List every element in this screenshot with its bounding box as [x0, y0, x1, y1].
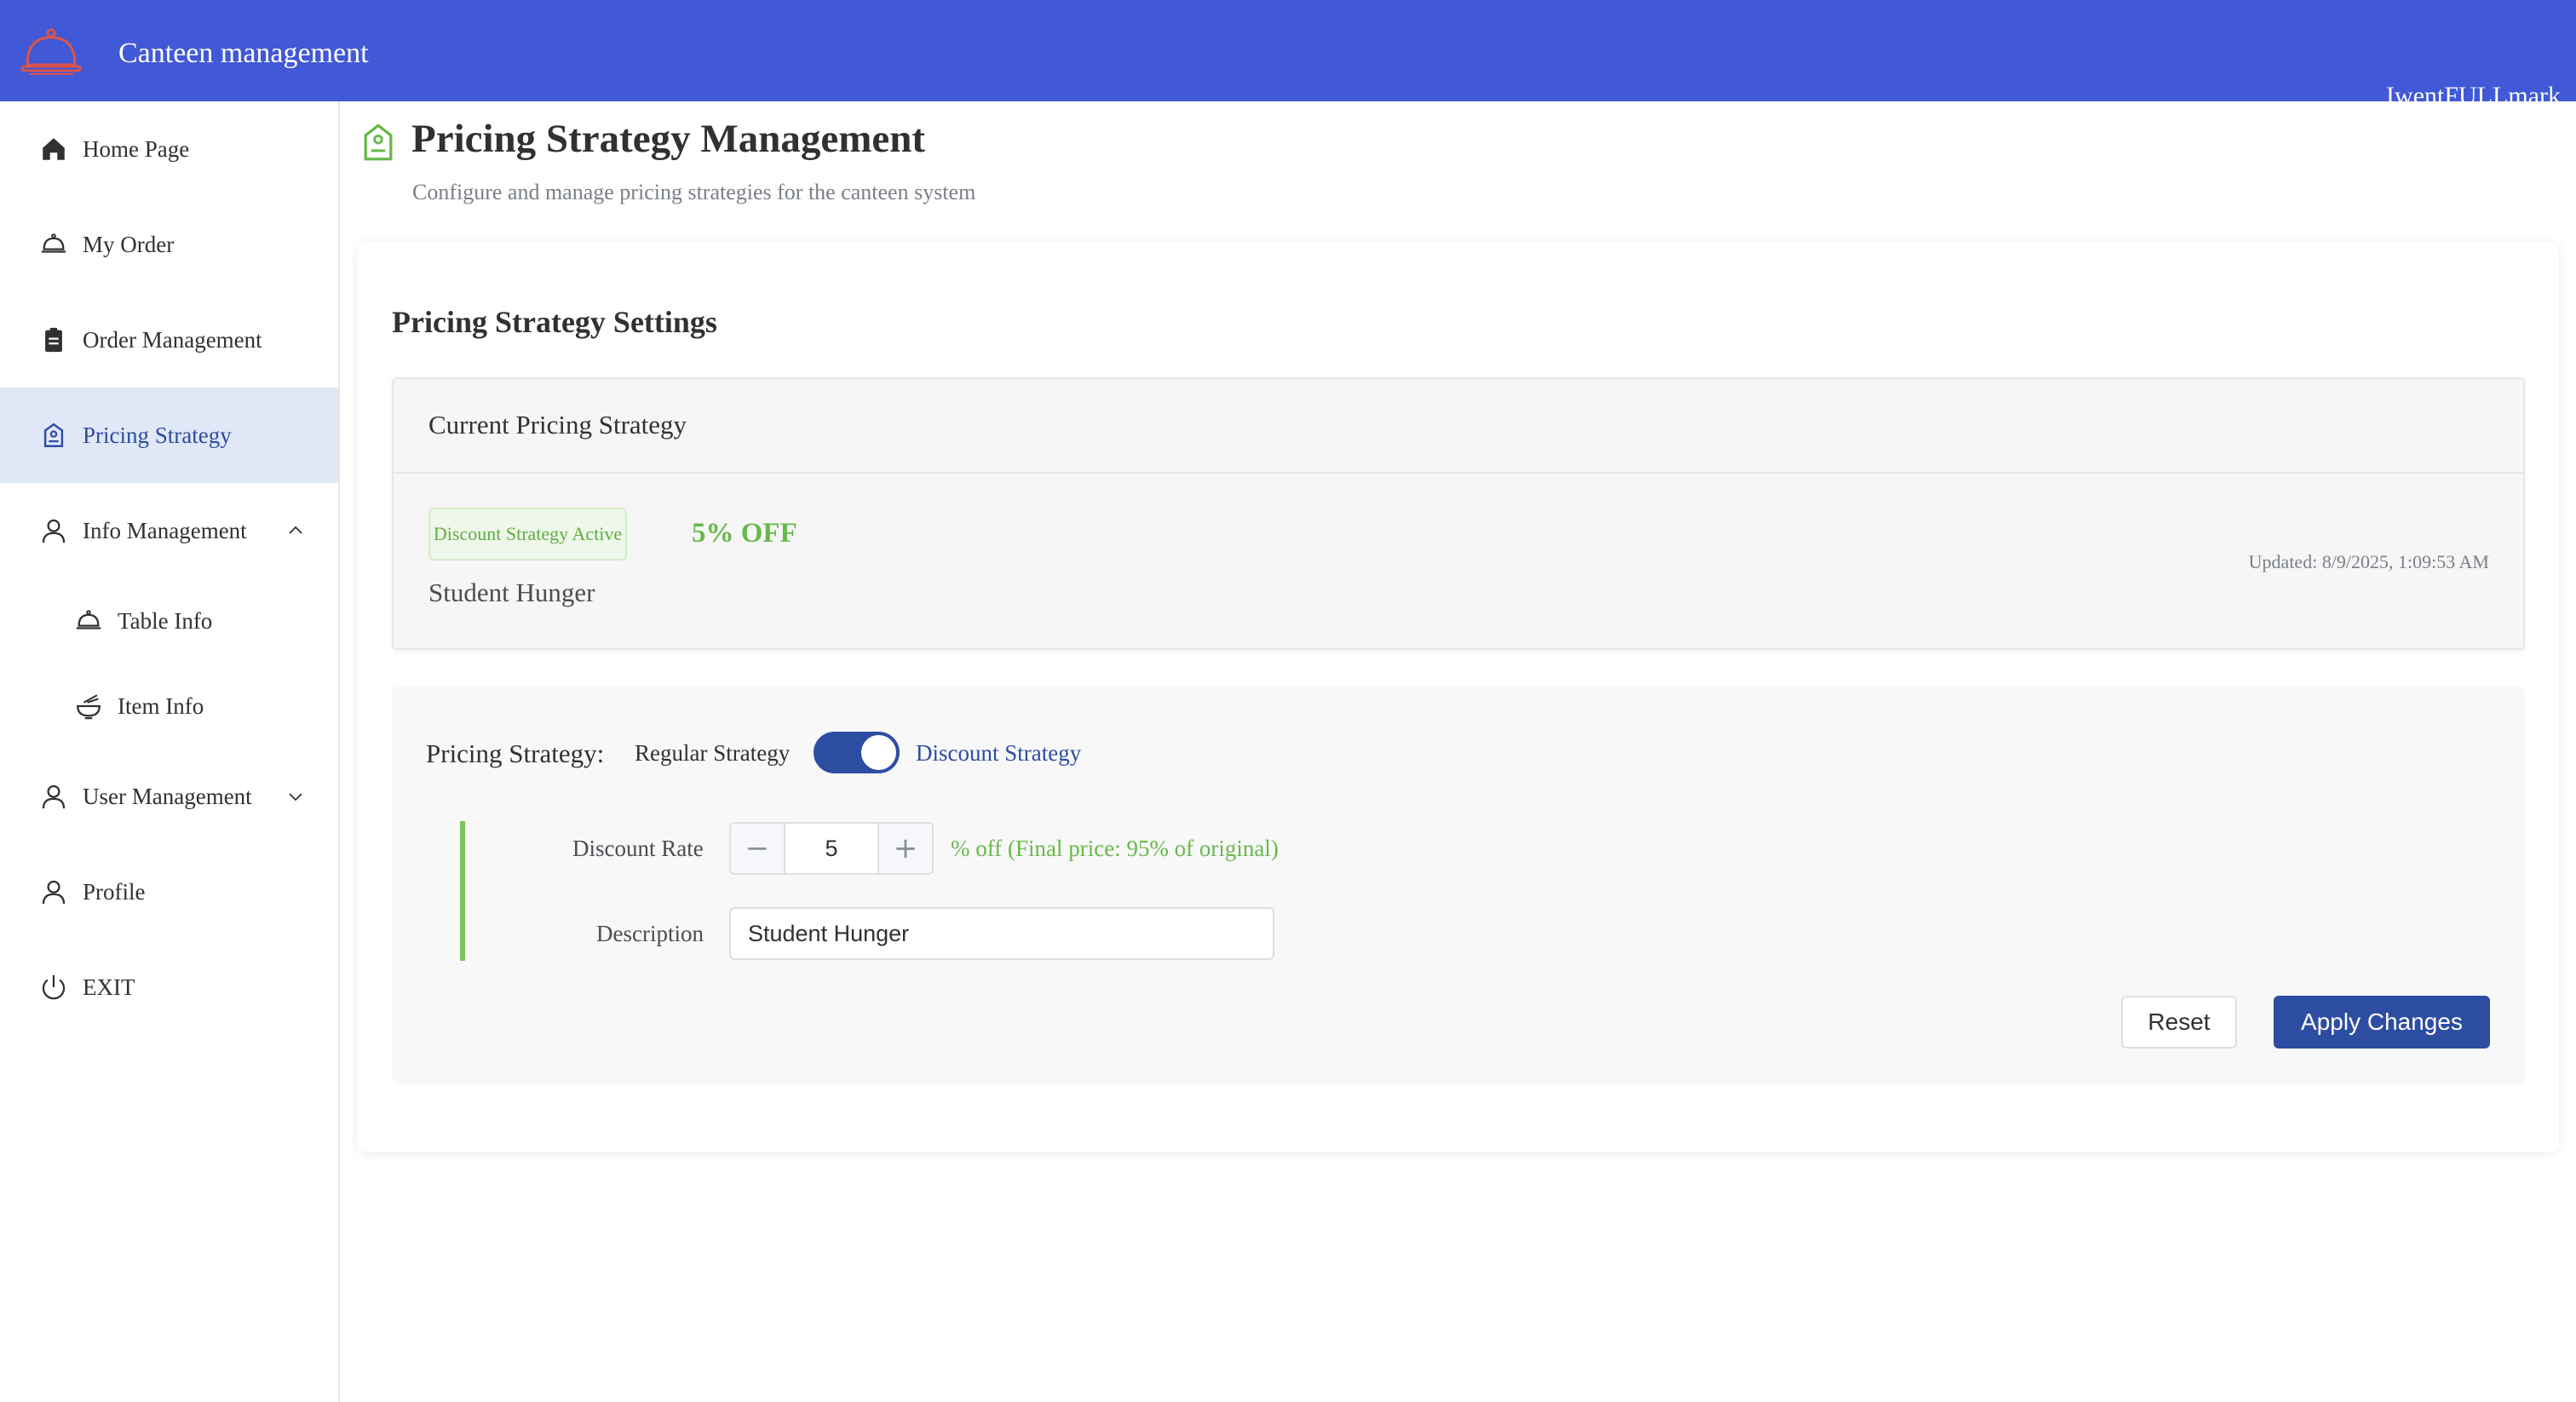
price-tag-icon	[38, 420, 69, 451]
sidebar-item-user-management[interactable]: User Management	[0, 749, 338, 844]
settings-title: Pricing Strategy Settings	[392, 305, 717, 339]
regular-strategy-label[interactable]: Regular Strategy	[635, 740, 790, 767]
sidebar-item-label: Order Management	[83, 326, 262, 353]
user-icon	[38, 876, 69, 907]
sidebar-item-profile[interactable]: Profile	[0, 844, 338, 939]
user-name[interactable]: IwentFULLmark	[2386, 83, 2561, 102]
sidebar-item-home-page[interactable]: Home Page	[0, 101, 338, 197]
sidebar-item-label: My Order	[83, 231, 175, 257]
description-field[interactable]	[729, 907, 1274, 960]
discount-rate-hint: % off (Final price: 95% of original)	[951, 836, 1279, 861]
sidebar-item-label: Profile	[83, 878, 146, 905]
page-title: Pricing Strategy Management	[411, 117, 926, 161]
sidebar-item-label: User Management	[83, 783, 252, 809]
sidebar-item-label: Table Info	[118, 607, 213, 634]
sidebar-item-label: Home Page	[83, 135, 190, 162]
strategy-label: Pricing Strategy:	[426, 738, 605, 768]
decrement-button[interactable]: −	[731, 824, 785, 873]
price-tag-icon	[361, 123, 395, 162]
sidebar-item-exit[interactable]: EXIT	[0, 939, 338, 1035]
current-strategy-header: Current Pricing Strategy	[394, 379, 2523, 474]
user-icon	[38, 515, 69, 546]
discount-section-accent	[460, 821, 465, 961]
discount-rate-value[interactable]: 5	[785, 824, 877, 873]
sidebar-item-label: Info Management	[83, 517, 247, 543]
sidebar-item-info-management[interactable]: Info Management	[0, 483, 338, 578]
description-label: Description	[596, 921, 704, 946]
reset-button[interactable]: Reset	[2121, 996, 2237, 1049]
sidebar-item-label: Pricing Strategy	[83, 422, 232, 448]
chevron-down-icon	[289, 793, 302, 802]
discount-rate-stepper: − 5 +	[729, 822, 934, 875]
home-icon	[38, 134, 69, 164]
sidebar-item-item-info[interactable]: Item Info	[0, 664, 338, 749]
current-strategy-description: Student Hunger	[428, 577, 595, 607]
apply-changes-button[interactable]: Apply Changes	[2274, 996, 2490, 1049]
updated-timestamp: Updated: 8/9/2025, 1:09:53 AM	[2248, 551, 2489, 572]
app-title: Canteen management	[118, 37, 369, 69]
sidebar: Home Page My Order Order Management Pric…	[0, 101, 340, 1402]
power-icon	[38, 972, 69, 1003]
chevron-up-icon	[289, 526, 302, 534]
cloche-icon	[73, 606, 104, 636]
user-icon	[38, 781, 69, 812]
cloche-icon	[38, 229, 69, 260]
sidebar-item-label: Item Info	[118, 692, 204, 719]
sidebar-item-table-info[interactable]: Table Info	[0, 578, 338, 664]
toggle-knob	[861, 735, 896, 770]
page-subtitle: Configure and manage pricing strategies …	[412, 180, 976, 204]
top-header: Canteen management IwentFULLmark	[0, 0, 2576, 102]
discount-amount: 5% OFF	[692, 518, 797, 549]
sidebar-item-order-management[interactable]: Order Management	[0, 292, 338, 388]
status-badge: Discount Strategy Active	[428, 508, 627, 560]
discount-strategy-label[interactable]: Discount Strategy	[916, 740, 1081, 767]
clipboard-icon	[38, 325, 69, 355]
sidebar-item-my-order[interactable]: My Order	[0, 197, 338, 292]
sidebar-item-label: EXIT	[83, 974, 135, 1000]
bowl-icon	[73, 691, 104, 721]
current-strategy-panel: Current Pricing Strategy Discount Strate…	[392, 377, 2525, 650]
increment-button[interactable]: +	[877, 824, 932, 873]
discount-rate-label: Discount Rate	[572, 836, 704, 861]
cloche-logo-icon	[19, 22, 83, 80]
current-strategy-title: Current Pricing Strategy	[428, 410, 687, 440]
strategy-toggle[interactable]	[814, 732, 900, 773]
sidebar-item-pricing-strategy[interactable]: Pricing Strategy	[0, 388, 338, 483]
